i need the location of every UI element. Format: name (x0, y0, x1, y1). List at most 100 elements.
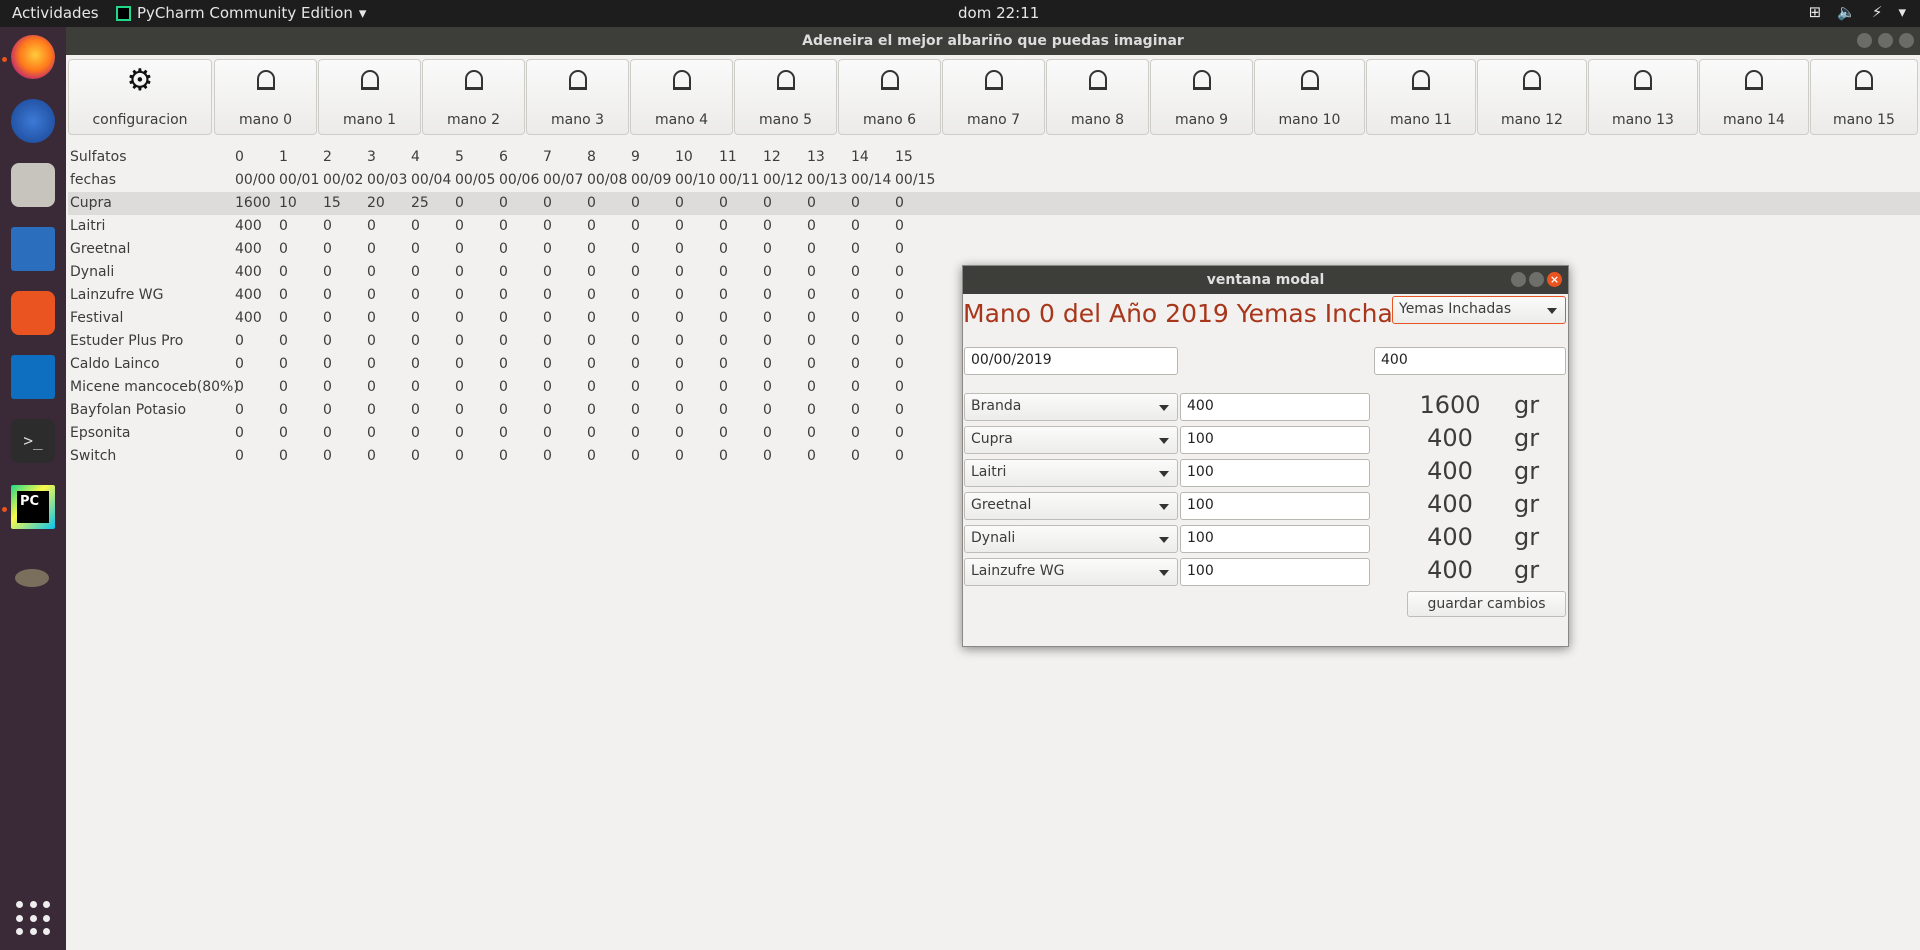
dates-row[interactable]: fechas 00/00 00/01 00/02 00/03 00/04 00/05 00/0… (68, 169, 1920, 192)
dose-field[interactable]: 100 (1180, 459, 1370, 487)
cell: 0 (719, 402, 728, 418)
cell: 0 (279, 218, 288, 234)
cell: 0 (807, 448, 816, 464)
chevron-down-icon (1159, 405, 1169, 411)
cell: 0 (895, 287, 904, 303)
mano-button-4[interactable]: mano 4 (630, 59, 733, 135)
files-icon[interactable] (11, 163, 55, 207)
mano-button-11[interactable]: mano 11 (1366, 59, 1476, 135)
cell: 0 (675, 241, 684, 257)
mano-button-14[interactable]: mano 14 (1699, 59, 1809, 135)
header-row[interactable]: Sulfatos 0 1 2 3 4 5 6 7 8 9 10 11 12 13 14 15 (68, 146, 1920, 169)
terminal-icon[interactable]: >_ (11, 419, 55, 463)
table-row[interactable]: Greetnal 400 0 0 0 0 0 0 0 0 0 0 0 0 0 0 0 (68, 238, 1920, 261)
dose-field[interactable]: 100 (1180, 558, 1370, 586)
mano-button-9[interactable]: mano 9 (1150, 59, 1253, 135)
product-select[interactable]: Laitri (964, 459, 1178, 487)
software-center-icon[interactable] (11, 291, 55, 335)
table-row[interactable]: Cupra 1600 10 15 20 25 0 0 0 0 0 0 0 0 0 0 0 (68, 192, 1920, 215)
cell: 0 (279, 402, 288, 418)
mano-button-10[interactable]: mano 10 (1254, 59, 1365, 135)
show-applications-icon[interactable] (16, 901, 52, 937)
cell: 0 (719, 195, 728, 211)
dose-field[interactable]: 100 (1180, 426, 1370, 454)
pycharm-icon[interactable]: PC (11, 485, 55, 529)
thunderbird-icon[interactable] (11, 99, 55, 143)
cell: 400 (235, 287, 262, 303)
cell: 0 (235, 425, 244, 441)
cell: 0 (631, 218, 640, 234)
maximize-icon[interactable] (1529, 272, 1544, 287)
minimize-icon[interactable] (1511, 272, 1526, 287)
cell: 0 (279, 333, 288, 349)
mano-button-8[interactable]: mano 8 (1046, 59, 1149, 135)
cell: 00/11 (719, 172, 760, 188)
cell: 0 (807, 264, 816, 280)
product-select[interactable]: Cupra (964, 426, 1178, 454)
lock-icon (1523, 70, 1541, 90)
product-select[interactable]: Branda (964, 393, 1178, 421)
cell: 0 (807, 333, 816, 349)
close-icon[interactable]: × (1547, 272, 1562, 287)
mano-button-7[interactable]: mano 7 (942, 59, 1045, 135)
product-select[interactable]: Greetnal (964, 492, 1178, 520)
row-label: Sulfatos (70, 149, 127, 165)
date-field[interactable]: 00/00/2019 (964, 347, 1178, 375)
mano-label: mano 8 (1070, 112, 1124, 128)
activities-button[interactable]: Actividades (12, 4, 99, 22)
cell: 0 (807, 310, 816, 326)
vscode-icon[interactable] (11, 355, 55, 399)
system-tray[interactable]: ⊞ 🔈 ⚡ ▾ (1809, 3, 1906, 21)
total-field[interactable]: 400 (1374, 347, 1566, 375)
product-select[interactable]: Lainzufre WG (964, 558, 1178, 586)
cell: 0 (279, 425, 288, 441)
cell: 0 (411, 310, 420, 326)
mano-button-5[interactable]: mano 5 (734, 59, 837, 135)
minimize-icon[interactable] (1857, 33, 1872, 48)
cell: 0 (499, 333, 508, 349)
cell: 0 (587, 379, 596, 395)
cell: 0 (543, 310, 552, 326)
dose-field[interactable]: 100 (1180, 492, 1370, 520)
mano-button-13[interactable]: mano 13 (1588, 59, 1698, 135)
volume-icon: 🔈 (1837, 3, 1856, 21)
cell: 0 (543, 425, 552, 441)
dose-field[interactable]: 400 (1180, 393, 1370, 421)
mano-button-15[interactable]: mano 15 (1810, 59, 1918, 135)
mano-button-6[interactable]: mano 6 (838, 59, 941, 135)
cell: 0 (851, 379, 860, 395)
mano-button-2[interactable]: mano 2 (422, 59, 525, 135)
cell: 3 (367, 149, 376, 165)
cell: 0 (411, 264, 420, 280)
cell: 0 (675, 218, 684, 234)
cell: 0 (807, 425, 816, 441)
cell: 0 (763, 356, 772, 372)
maximize-icon[interactable] (1878, 33, 1893, 48)
cell: 0 (455, 379, 464, 395)
mano-button-0[interactable]: mano 0 (214, 59, 317, 135)
stage-select-value: Yemas Inchadas (1399, 301, 1512, 317)
product-select[interactable]: Dynali (964, 525, 1178, 553)
cell: 0 (235, 356, 244, 372)
config-label: configuracion (92, 112, 188, 128)
firefox-icon[interactable] (11, 35, 55, 79)
table-row[interactable]: Laitri 400 0 0 0 0 0 0 0 0 0 0 0 0 0 0 0 (68, 215, 1920, 238)
config-button[interactable]: ⚙ configuracion (68, 59, 212, 135)
writer-icon[interactable] (11, 227, 55, 271)
save-button[interactable]: guardar cambios (1407, 591, 1566, 617)
dose-field[interactable]: 100 (1180, 525, 1370, 553)
product-select-value: Laitri (971, 464, 1007, 480)
cell: 0 (543, 448, 552, 464)
mano-button-12[interactable]: mano 12 (1477, 59, 1587, 135)
app-menu[interactable]: PyCharm Community Edition ▾ (116, 4, 366, 22)
cell: 0 (719, 448, 728, 464)
gimp-icon[interactable] (11, 555, 55, 599)
unit-label: gr (1514, 556, 1540, 584)
stage-select[interactable]: Yemas Inchadas (1392, 296, 1566, 324)
mano-button-1[interactable]: mano 1 (318, 59, 421, 135)
mano-button-3[interactable]: mano 3 (526, 59, 629, 135)
clock[interactable]: dom 22:11 (958, 4, 1039, 22)
cell: 0 (323, 310, 332, 326)
close-icon[interactable] (1899, 33, 1914, 48)
mano-label: mano 2 (446, 112, 500, 128)
